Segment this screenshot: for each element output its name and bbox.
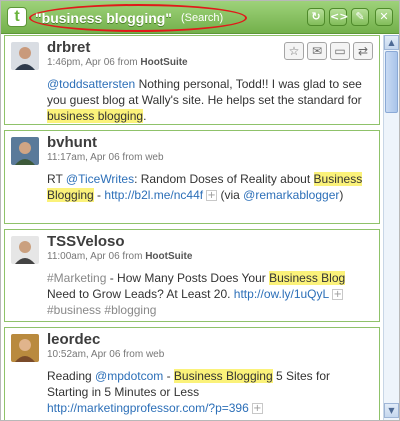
tweet-item: bvhunt 11:17am, Apr 06 from web RT @Tice… xyxy=(4,130,380,224)
keyword-highlight: Business Blog xyxy=(269,271,346,285)
retweet-icon[interactable]: ⇄ xyxy=(353,42,373,60)
tweet-text: @toddsattersten Nothing personal, Todd!!… xyxy=(47,77,362,123)
tweet-meta: 10:52am, Apr 06 from web xyxy=(47,349,165,360)
tweet-feed: drbret 1:46pm, Apr 06 from HootSuite ☆ ✉ ▭… xyxy=(1,35,383,420)
tweet-username[interactable]: TSSVeloso xyxy=(47,233,125,251)
tweet-meta: 11:17am, Apr 06 from web xyxy=(47,152,164,163)
twitter-search-widget: t "business blogging" (Search) ↻ <> ✎ ✕ … xyxy=(0,0,400,421)
url-link[interactable]: http://ow.ly/1uQyL xyxy=(234,287,329,301)
tweet-text: RT @TiceWrites: Random Doses of Reality … xyxy=(47,172,363,202)
search-label: (Search) xyxy=(181,12,224,24)
scroll-down-arrow-icon[interactable]: ▼ xyxy=(384,403,399,418)
avatar[interactable] xyxy=(11,42,39,70)
expand-icon[interactable]: + xyxy=(332,289,344,301)
tweet-source[interactable]: HootSuite xyxy=(145,251,192,262)
title-bar: t "business blogging" (Search) ↻ <> ✎ ✕ xyxy=(1,1,399,34)
tweet-item: leordec 10:52am, Apr 06 from web Reading… xyxy=(4,327,380,420)
tweet-username[interactable]: drbret xyxy=(47,39,90,57)
edit-icon[interactable]: ✎ xyxy=(351,8,369,26)
send-icon[interactable]: ✉ xyxy=(307,42,327,60)
expand-icon[interactable]: + xyxy=(206,190,218,202)
tweet-actions: ☆ ✉ ▭ ⇄ xyxy=(281,42,373,62)
keyword-highlight: Business Blogging xyxy=(173,369,273,383)
tweet-source[interactable]: HootSuite xyxy=(140,57,187,68)
tweet-item: drbret 1:46pm, Apr 06 from HootSuite ☆ ✉ ▭… xyxy=(4,35,380,125)
hashtag-link[interactable]: #business xyxy=(47,303,101,317)
reply-icon[interactable]: ▭ xyxy=(330,42,350,60)
close-icon[interactable]: ✕ xyxy=(375,8,393,26)
tweet-text: Reading @mpdotcom - Business Blogging 5 … xyxy=(47,369,331,415)
tweet-username[interactable]: bvhunt xyxy=(47,134,97,152)
mention-link[interactable]: @TiceWrites xyxy=(66,172,134,186)
url-link[interactable]: http://b2l.me/nc44f xyxy=(104,188,203,202)
expand-icon[interactable]: + xyxy=(251,403,263,415)
hashtag-link[interactable]: #Marketing xyxy=(47,271,106,285)
refresh-icon[interactable]: ↻ xyxy=(307,8,325,26)
avatar[interactable] xyxy=(11,334,39,362)
twitter-logo-icon: t xyxy=(7,7,27,27)
favorite-icon[interactable]: ☆ xyxy=(284,42,304,60)
mention-link[interactable]: @toddsattersten xyxy=(47,77,135,91)
scrollbar-thumb[interactable] xyxy=(385,51,398,113)
tweet-meta: 11:00am, Apr 06 from HootSuite xyxy=(47,251,193,262)
code-icon[interactable]: <> xyxy=(329,8,348,26)
url-link[interactable]: http://marketingprofessor.com/?p=396 xyxy=(47,401,249,415)
keyword-highlight: business blogging xyxy=(47,109,144,123)
avatar[interactable] xyxy=(11,137,39,165)
search-query-title: "business blogging" xyxy=(35,10,172,26)
mention-link[interactable]: @remarkablogger xyxy=(243,188,339,202)
avatar[interactable] xyxy=(11,236,39,264)
hashtag-link[interactable]: #blogging xyxy=(104,303,156,317)
mention-link[interactable]: @mpdotcom xyxy=(95,369,163,383)
tweet-username[interactable]: leordec xyxy=(47,331,100,349)
tweet-text: #Marketing - How Many Posts Does Your Bu… xyxy=(47,271,346,317)
tweet-item: TSSVeloso 11:00am, Apr 06 from HootSuite… xyxy=(4,229,380,322)
scrollbar[interactable]: ▲ ▼ xyxy=(383,35,399,420)
scroll-up-arrow-icon[interactable]: ▲ xyxy=(384,35,399,50)
tweet-meta: 1:46pm, Apr 06 from HootSuite xyxy=(47,57,188,68)
